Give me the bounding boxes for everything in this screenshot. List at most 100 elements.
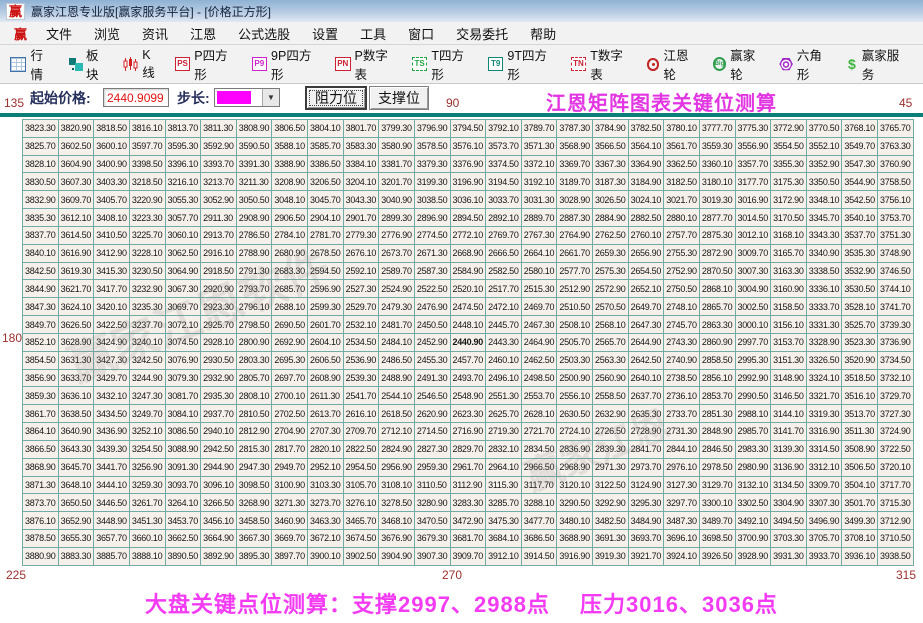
grid-cell: 2916.10 [201, 244, 237, 262]
angle-label-135: 135 [4, 96, 24, 110]
grid-cell: 3739.30 [878, 316, 914, 334]
grid-cell: 3715.30 [878, 494, 914, 512]
grid-cell: 3919.30 [593, 547, 629, 565]
start-price-input[interactable] [103, 88, 169, 107]
toolbar-item-t-number-table[interactable]: TNT数字表 [571, 45, 634, 83]
toolbar-item-winner-wheel[interactable]: Big赢家轮 [713, 45, 767, 83]
menu-item-tools[interactable]: 工具 [349, 22, 397, 45]
toolbar-item-label: P四方形 [194, 45, 238, 83]
grid-cell: 2599.30 [308, 298, 344, 316]
toolbar-item-t-square[interactable]: TST四方形 [412, 45, 475, 83]
key-level-cell: 2988.10 [735, 405, 771, 423]
grid-cell: 2563.30 [593, 351, 629, 369]
grid-cell: 3004.90 [735, 280, 771, 298]
grid-cell: 3763.30 [878, 137, 914, 155]
grid-cell: 3000.10 [735, 316, 771, 334]
grid-cell: 3244.90 [129, 369, 165, 387]
grid-cell: 3033.70 [486, 191, 522, 209]
grid-cell: 3420.10 [94, 298, 130, 316]
grid-cell: 2750.50 [664, 280, 700, 298]
grid-cell: 2952.10 [308, 458, 344, 476]
toolbar-item-9p-square[interactable]: P99P四方形 [252, 45, 323, 83]
grid-cell: 3367.30 [593, 155, 629, 173]
menu-item-news[interactable]: 资讯 [131, 22, 179, 45]
grid-cell: 3350.50 [806, 173, 842, 191]
toolbar-item-p-square[interactable]: PSP四方形 [175, 45, 239, 83]
grid-cell: 2930.50 [201, 351, 237, 369]
resistance-button[interactable]: 阻力位 [305, 86, 367, 110]
toolbar-item-hexagon[interactable]: 六角形 [779, 45, 833, 83]
grid-cell: 2796.10 [236, 298, 272, 316]
menu-item-file[interactable]: 文件 [35, 22, 83, 45]
menu-item-help[interactable]: 帮助 [519, 22, 567, 45]
toolbar-item-kline[interactable]: K线 [123, 48, 162, 81]
grid-cell: 2731.30 [664, 423, 700, 441]
grid-cell: 3669.70 [272, 530, 308, 548]
grid-cell: 2712.10 [379, 423, 415, 441]
grid-cell: 3247.30 [129, 387, 165, 405]
grid-cell: 3600.10 [94, 137, 130, 155]
menu-item-gann[interactable]: 江恩 [179, 22, 227, 45]
toolbar-item-9t-square[interactable]: T99T四方形 [488, 45, 558, 83]
toolbar-item-winner-service[interactable]: $赢家服务 [846, 45, 910, 83]
angle-label-90: 90 [446, 96, 459, 110]
grid-cell: 3112.90 [450, 476, 486, 494]
grid-cell: 3835.30 [23, 209, 59, 227]
grid-cell: 3117.70 [521, 476, 557, 494]
grid-cell: 3009.70 [735, 244, 771, 262]
grid-cell: 3828.10 [23, 155, 59, 173]
grid-cell: 2764.90 [557, 226, 593, 244]
grid-cell: 3844.90 [23, 280, 59, 298]
grid-cell: 2688.10 [272, 298, 308, 316]
grid-cell: 2724.10 [557, 423, 593, 441]
menu-item-browse[interactable]: 浏览 [83, 22, 131, 45]
toolbar-item-sectors[interactable]: 板块 [68, 45, 111, 83]
grid-cell: 3432.10 [94, 387, 130, 405]
control-row: 起始价格: 步长: ▼ 阻力位 支撑位 江恩矩阵图表关键位测算 [0, 84, 923, 113]
grid-cell: 3583.30 [343, 137, 379, 155]
grid-cell: 2661.70 [557, 244, 593, 262]
menu-item-settings[interactable]: 设置 [301, 22, 349, 45]
menu-item-window[interactable]: 窗口 [397, 22, 445, 45]
grid-cell: 3532.90 [842, 262, 878, 280]
grid-cell: 3410.50 [94, 226, 130, 244]
support-button[interactable]: 支撑位 [369, 86, 429, 110]
grid-cell: 3508.90 [842, 440, 878, 458]
grid-cell: 2726.50 [593, 423, 629, 441]
grid-cell: 3170.50 [771, 209, 807, 227]
grid-cell: 3674.50 [343, 530, 379, 548]
grid-cell: 3180.10 [699, 173, 735, 191]
grid-cell: 3684.10 [486, 530, 522, 548]
grid-cell: 3544.90 [842, 173, 878, 191]
grid-cell: 3859.30 [23, 387, 59, 405]
grid-cell: 3175.30 [771, 173, 807, 191]
grid-cell: 2644.90 [628, 333, 664, 351]
key-level-cell: 2997.70 [735, 333, 771, 351]
chevron-down-icon[interactable]: ▼ [262, 89, 279, 106]
grid-cell: 2918.50 [201, 262, 237, 280]
grid-cell: 2752.90 [664, 262, 700, 280]
step-combobox[interactable]: ▼ [214, 88, 280, 107]
grid-cell: 2800.90 [236, 333, 272, 351]
grid-cell: 2858.50 [699, 351, 735, 369]
grid-cell: 2548.90 [450, 387, 486, 405]
grid-cell: 2817.70 [272, 440, 308, 458]
grid-cell: 3734.50 [878, 351, 914, 369]
toolbar-item-gann-wheel[interactable]: 江恩轮 [647, 45, 700, 83]
toolbar-item-p-number-table[interactable]: PNP数字表 [335, 45, 399, 83]
menu-item-formula-stock-picker[interactable]: 公式选股 [227, 22, 301, 45]
toolbar-item-quotes[interactable]: 行情 [10, 45, 55, 83]
grid-cell: 2647.30 [628, 316, 664, 334]
grid-cell: 2976.10 [664, 458, 700, 476]
grid-cell: 3871.30 [23, 476, 59, 494]
grid-cell: 2642.50 [628, 351, 664, 369]
grid-cell: 3477.70 [521, 512, 557, 530]
grid-cell: 2932.90 [201, 369, 237, 387]
kline-icon [123, 57, 138, 72]
grid-cell: 2899.30 [379, 209, 415, 227]
grid-cell: 2589.70 [379, 262, 415, 280]
grid-cell: 2666.50 [486, 244, 522, 262]
grid-cell: 3468.10 [379, 512, 415, 530]
grid-cell: 2983.30 [735, 440, 771, 458]
menu-item-trade-entrust[interactable]: 交易委托 [445, 22, 519, 45]
